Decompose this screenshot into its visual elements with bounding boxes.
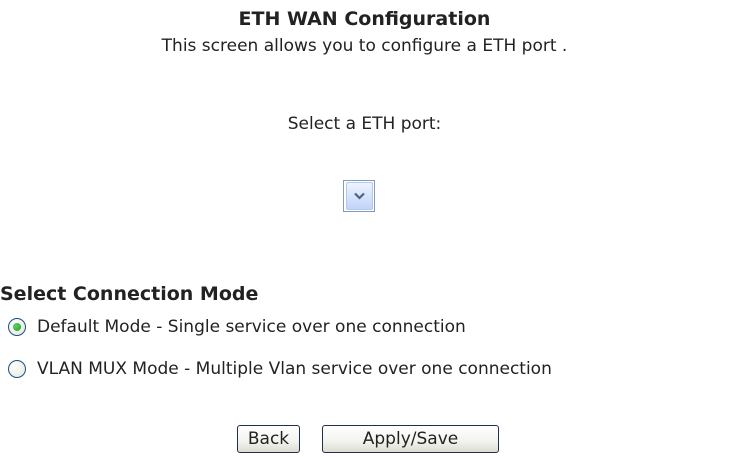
apply-save-button[interactable]: Apply/Save	[322, 425, 499, 453]
chevron-down-icon	[354, 192, 365, 200]
default-mode-radio[interactable]	[8, 318, 26, 336]
radio-selected-dot	[13, 323, 21, 331]
eth-port-select[interactable]	[343, 180, 375, 212]
default-mode-option[interactable]: Default Mode - Single service over one c…	[8, 317, 466, 337]
connection-mode-heading: Select Connection Mode	[0, 283, 259, 305]
dropdown-arrow-button[interactable]	[346, 182, 373, 210]
back-button[interactable]: Back	[237, 425, 300, 453]
vlan-mux-mode-radio[interactable]	[8, 360, 26, 378]
vlan-mux-mode-label: VLAN MUX Mode - Multiple Vlan service ov…	[37, 359, 552, 379]
page-title: ETH WAN Configuration	[238, 8, 491, 30]
default-mode-label: Default Mode - Single service over one c…	[37, 317, 466, 337]
eth-port-label: Select a ETH port:	[287, 114, 442, 134]
page-subtitle: This screen allows you to configure a ET…	[161, 36, 568, 56]
vlan-mux-mode-option[interactable]: VLAN MUX Mode - Multiple Vlan service ov…	[8, 359, 552, 379]
